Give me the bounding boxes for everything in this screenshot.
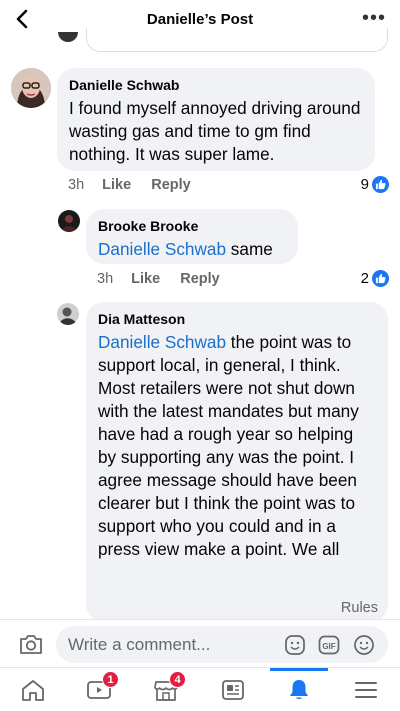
- reaction-count: 2: [360, 270, 369, 287]
- comment-text-body: same: [226, 239, 273, 259]
- nav-notifications[interactable]: [266, 668, 332, 711]
- hamburger-menu-icon: [355, 682, 377, 698]
- comment-author[interactable]: Dia Matteson: [98, 310, 376, 328]
- notification-badge: 4: [169, 671, 186, 688]
- comment-text: Danielle Schwab same: [98, 238, 286, 261]
- comment-author[interactable]: Brooke Brooke: [98, 217, 286, 235]
- reaction-summary[interactable]: 9: [361, 176, 389, 193]
- thumbs-up-icon: [372, 176, 389, 193]
- page-title: Danielle’s Post: [146, 11, 254, 28]
- avatar[interactable]: [57, 303, 79, 325]
- more-options-icon[interactable]: •••: [362, 8, 386, 28]
- svg-text:GIF: GIF: [322, 642, 335, 651]
- comment-composer: Write a comment... GIF: [0, 619, 400, 667]
- reaction-summary[interactable]: 2: [361, 270, 389, 287]
- comment-bubble: [86, 28, 388, 52]
- comment-input-placeholder: Write a comment...: [68, 635, 211, 654]
- comment-input[interactable]: Write a comment... GIF: [56, 626, 388, 663]
- comment-text-body: the point was to support local, in gener…: [98, 332, 359, 559]
- comment-text: Danielle Schwab the point was to support…: [98, 331, 376, 561]
- bell-icon: [290, 680, 308, 699]
- nav-home[interactable]: [0, 668, 66, 711]
- like-button[interactable]: Like: [131, 271, 160, 287]
- gif-icon[interactable]: GIF: [318, 634, 340, 656]
- camera-icon[interactable]: [18, 632, 44, 656]
- nav-watch[interactable]: 1: [66, 668, 132, 711]
- comment-text: I found myself annoyed driving around wa…: [69, 98, 361, 164]
- comment-actions: 3h Like Reply: [68, 177, 207, 193]
- reply-button[interactable]: Reply: [180, 271, 220, 287]
- like-button[interactable]: Like: [102, 177, 131, 193]
- home-icon: [22, 680, 44, 701]
- nav-news[interactable]: [200, 668, 266, 711]
- avatar[interactable]: [58, 32, 78, 42]
- mention-link[interactable]: Danielle Schwab: [98, 239, 226, 259]
- comment-author[interactable]: Danielle Schwab: [69, 76, 363, 94]
- comment-bubble[interactable]: Danielle Schwab I found myself annoyed d…: [57, 68, 375, 171]
- nav-marketplace[interactable]: 4: [133, 668, 199, 711]
- news-feed-icon: [222, 680, 244, 700]
- rules-link[interactable]: Rules: [341, 600, 378, 616]
- mention-link[interactable]: Danielle Schwab: [98, 332, 226, 352]
- thumbs-up-icon: [372, 270, 389, 287]
- reply-button[interactable]: Reply: [151, 177, 191, 193]
- bottom-navigation: 1 4: [0, 667, 400, 711]
- reaction-count: 9: [360, 176, 369, 193]
- comment-time: 3h: [68, 177, 85, 193]
- comment-bubble[interactable]: Dia Matteson Danielle Schwab the point w…: [86, 302, 388, 622]
- sticker-icon[interactable]: [284, 634, 306, 656]
- comment-actions: 3h Like Reply: [97, 271, 236, 287]
- avatar[interactable]: [58, 210, 80, 232]
- nav-menu[interactable]: [333, 668, 399, 711]
- avatar[interactable]: [11, 68, 51, 108]
- comment-bubble[interactable]: Brooke Brooke Danielle Schwab same: [86, 209, 298, 264]
- emoji-icon[interactable]: [353, 634, 375, 656]
- notification-badge: 1: [102, 671, 119, 688]
- comment-time: 3h: [97, 271, 114, 287]
